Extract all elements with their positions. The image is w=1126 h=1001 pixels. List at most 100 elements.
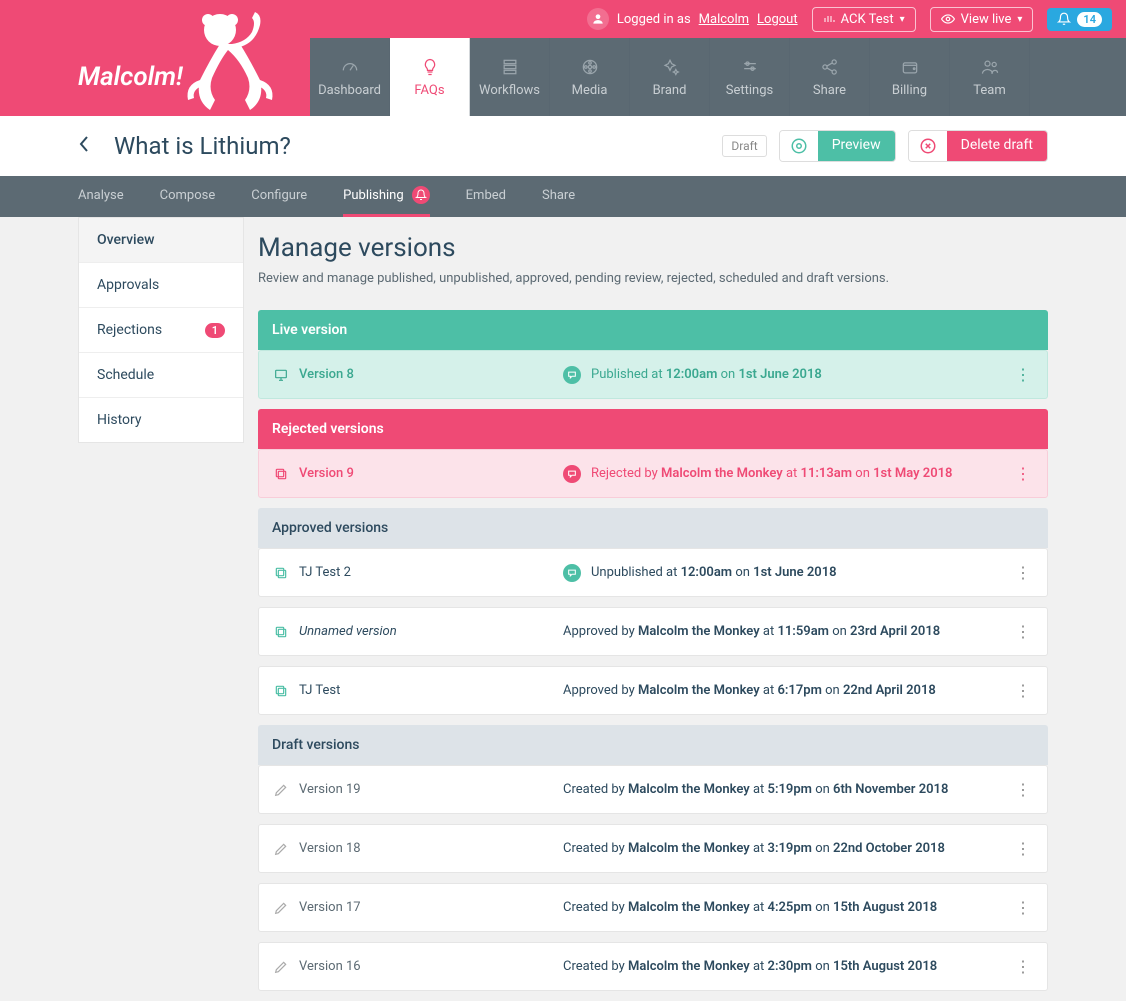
view-live-button[interactable]: View live ▾ xyxy=(930,7,1034,32)
back-button[interactable] xyxy=(78,135,90,158)
sidebar-item-schedule[interactable]: Schedule xyxy=(79,353,243,398)
wallet-icon xyxy=(900,57,920,77)
sidebar-item-history[interactable]: History xyxy=(79,398,243,442)
version-row: Version 8 Published at 12:00am on 1st Ju… xyxy=(258,350,1048,399)
main-nav: Dashboard FAQs Workflows MediaBrandSettings… xyxy=(310,38,1126,116)
version-status: Unpublished at 12:00am on 1st June 2018 xyxy=(563,564,1013,582)
subnav-embed[interactable]: Embed xyxy=(466,176,506,217)
version-status: Created by Malcolm the Monkey at 3:19pm … xyxy=(563,841,1013,856)
username-link[interactable]: Malcolm xyxy=(699,12,749,27)
sidebar-item-label: Overview xyxy=(97,232,154,248)
delete-icon-button[interactable] xyxy=(909,131,947,161)
bell-icon xyxy=(1057,12,1071,26)
main-heading: Manage versions xyxy=(258,233,1048,263)
version-name-cell: Unnamed version xyxy=(273,624,563,640)
nav-tab-team[interactable]: Team xyxy=(950,38,1030,116)
version-row: Version 19 Created by Malcolm the Monkey… xyxy=(258,765,1048,814)
bell-badge-icon xyxy=(412,186,430,204)
sliders-icon xyxy=(740,57,760,77)
nav-tab-settings[interactable]: Settings xyxy=(710,38,790,116)
version-name: TJ Test 2 xyxy=(299,565,351,580)
chevron-down-icon: ▾ xyxy=(900,14,905,25)
nav-tab-media[interactable]: Media xyxy=(550,38,630,116)
sidebar-item-label: Schedule xyxy=(97,367,154,383)
subnav-configure[interactable]: Configure xyxy=(251,176,307,217)
delete-button-group: Delete draft xyxy=(908,130,1048,162)
nav-tab-label: Team xyxy=(973,83,1006,98)
nav-tab-label: FAQs xyxy=(414,83,444,98)
version-name: Version 17 xyxy=(299,900,361,915)
subnav-label: Publishing xyxy=(343,188,404,203)
version-status: Published at 12:00am on 1st June 2018 xyxy=(563,366,1013,384)
version-name-cell: Version 17 xyxy=(273,900,563,916)
version-name-cell: TJ Test 2 xyxy=(273,565,563,581)
comment-icon xyxy=(563,366,581,384)
subnav-publishing[interactable]: Publishing xyxy=(343,176,430,217)
sidebar-item-rejections[interactable]: Rejections 1 xyxy=(79,308,243,353)
version-status: Approved by Malcolm the Monkey at 6:17pm… xyxy=(563,683,1013,698)
copy-icon xyxy=(273,624,289,640)
nav-tab-label: Billing xyxy=(892,83,927,98)
pencil-icon xyxy=(273,841,289,857)
version-more-button[interactable]: ⋮ xyxy=(1013,563,1033,582)
chevron-down-icon: ▾ xyxy=(1017,14,1022,25)
stack-icon xyxy=(500,57,520,77)
content: Overview Approvals Rejections 1 Schedule Hist… xyxy=(0,217,1126,1001)
avatar-icon xyxy=(587,8,609,30)
version-more-button[interactable]: ⋮ xyxy=(1013,780,1033,799)
version-more-button[interactable]: ⋮ xyxy=(1013,365,1033,384)
version-name-cell: Version 9 xyxy=(273,466,563,482)
preview-button-group: Preview xyxy=(779,130,896,162)
subnav-analyse[interactable]: Analyse xyxy=(78,176,124,217)
nav-tab-brand[interactable]: Brand xyxy=(630,38,710,116)
monkey-logo-icon xyxy=(180,0,280,140)
preview-icon-button[interactable] xyxy=(780,131,818,161)
nav-tab-workflows[interactable]: Workflows xyxy=(470,38,550,116)
subnav-label: Analyse xyxy=(78,188,124,203)
version-more-button[interactable]: ⋮ xyxy=(1013,464,1033,483)
version-name-cell: Version 18 xyxy=(273,841,563,857)
nav-tab-billing[interactable]: Billing xyxy=(870,38,950,116)
delete-draft-button[interactable]: Delete draft xyxy=(947,131,1047,161)
version-more-button[interactable]: ⋮ xyxy=(1013,681,1033,700)
version-row: TJ Test 2 Unpublished at 12:00am on 1st … xyxy=(258,548,1048,597)
sidebar: Overview Approvals Rejections 1 Schedule Hist… xyxy=(78,217,244,443)
subnav-label: Configure xyxy=(251,188,307,203)
nav-tab-faqs[interactable]: FAQs xyxy=(390,38,470,116)
sidebar-item-approvals[interactable]: Approvals xyxy=(79,263,243,308)
preview-button[interactable]: Preview xyxy=(818,131,895,161)
version-more-button[interactable]: ⋮ xyxy=(1013,898,1033,917)
nav-tab-label: Share xyxy=(813,83,846,98)
sidebar-item-overview[interactable]: Overview xyxy=(79,218,243,263)
nav-tab-dashboard[interactable]: Dashboard xyxy=(310,38,390,116)
version-name: Version 8 xyxy=(299,367,354,382)
version-more-button[interactable]: ⋮ xyxy=(1013,839,1033,858)
logout-link[interactable]: Logout xyxy=(757,12,798,27)
section-head-live: Live version xyxy=(258,310,1048,350)
notifications-button[interactable]: 14 xyxy=(1047,8,1112,31)
nav-tab-share[interactable]: Share xyxy=(790,38,870,116)
titlebar: What is Lithium? Draft Preview Delete dr… xyxy=(0,116,1126,176)
version-more-button[interactable]: ⋮ xyxy=(1013,957,1033,976)
comment-icon xyxy=(563,465,581,483)
subnav-label: Compose xyxy=(160,188,216,203)
subnav-share[interactable]: Share xyxy=(542,176,575,217)
nav-tab-label: Workflows xyxy=(479,83,540,98)
ack-test-button[interactable]: ACK Test ▾ xyxy=(812,7,916,32)
preview-circle-icon xyxy=(790,137,808,155)
subnav-compose[interactable]: Compose xyxy=(160,176,216,217)
version-more-button[interactable]: ⋮ xyxy=(1013,622,1033,641)
version-name: Version 16 xyxy=(299,959,361,974)
version-row: Version 9 Rejected by Malcolm the Monkey… xyxy=(258,449,1048,498)
bulb-icon xyxy=(420,57,440,77)
sidebar-item-label: Rejections xyxy=(97,322,162,338)
eye-icon xyxy=(941,12,955,26)
version-status: Created by Malcolm the Monkey at 5:19pm … xyxy=(563,782,1013,797)
rejection-count-badge: 1 xyxy=(205,323,225,338)
version-status: Created by Malcolm the Monkey at 2:30pm … xyxy=(563,959,1013,974)
version-row: Version 18 Created by Malcolm the Monkey… xyxy=(258,824,1048,873)
version-name: Version 19 xyxy=(299,782,361,797)
section-head-approved: Approved versions xyxy=(258,508,1048,548)
sparkle-icon xyxy=(660,57,680,77)
version-row: TJ Test Approved by Malcolm the Monkey a… xyxy=(258,666,1048,715)
